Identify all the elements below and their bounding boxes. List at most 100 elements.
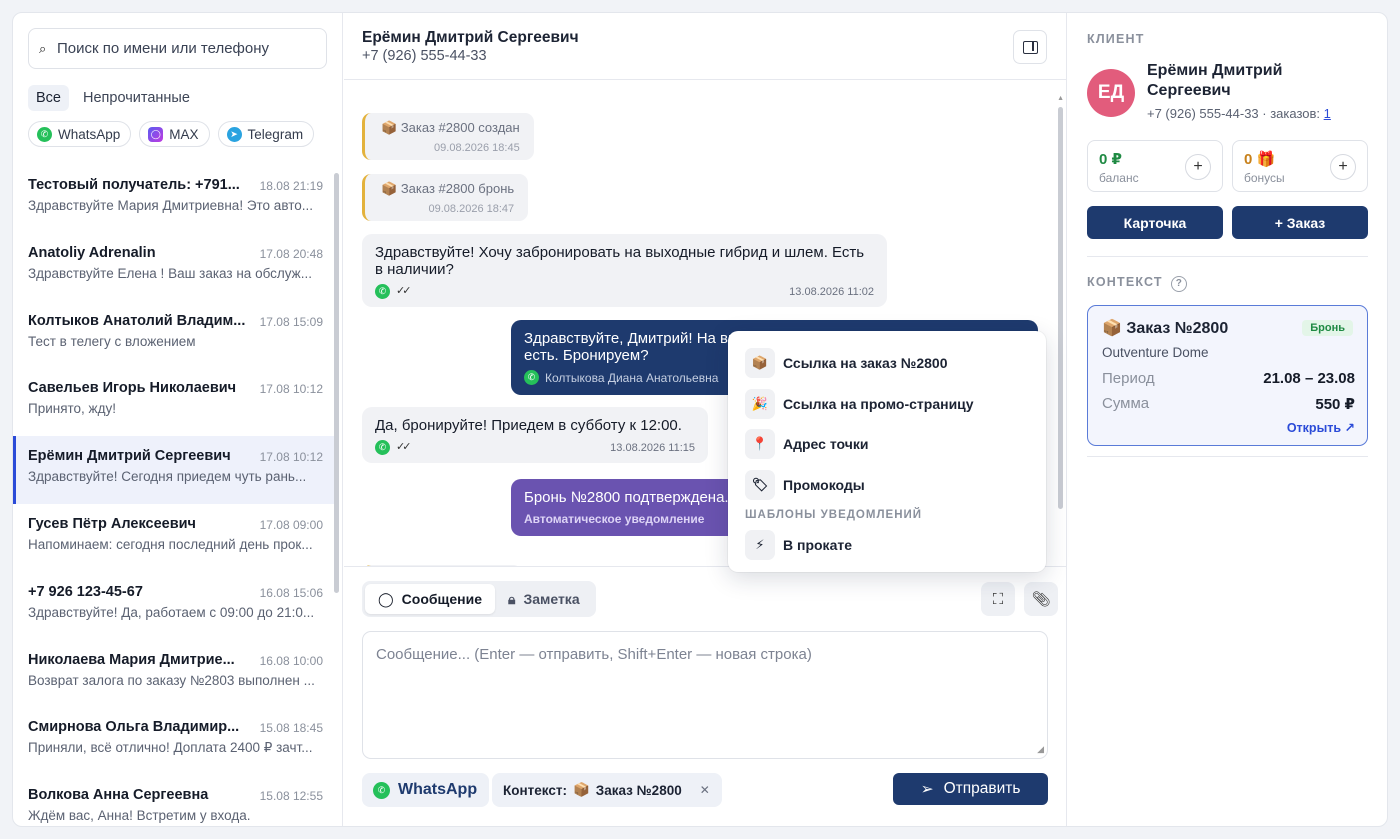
bonus-card: 0 🎁 бонусы + [1232,140,1368,192]
channel-label: WhatsApp [58,126,121,142]
close-icon[interactable]: ✕ [700,783,710,797]
open-order-link[interactable]: Открыть ↗ [1287,420,1355,435]
help-icon[interactable]: ? [1170,276,1187,292]
toggle-side-panel-button[interactable] [1013,30,1047,64]
period-value: 21.08 – 23.08 [1263,370,1355,387]
conversation-item[interactable]: +7 926 123-45-67 16.08 15:06 Здравствуйте!… [13,572,335,640]
conversation-name: Николаева Мария Дмитрие... [28,651,235,668]
channel-chip-whatsapp[interactable]: ✆ WhatsApp [28,121,132,147]
context-chip-label: Контекст: [503,782,567,798]
conversation-time: 16.08 15:06 [259,585,323,600]
menu-item-label: Адрес точки [783,436,869,453]
menu-item-order-link[interactable]: 📦 Ссылка на заказ №2800 [728,343,1046,384]
context-section-title: КОНТЕКСТ? [1087,275,1187,292]
package-icon: 📦 [381,181,398,196]
filter-tab-all[interactable]: Все [28,85,69,111]
composer-mode-tabs: ◯ Сообщение 🔒︎ Заметка [362,581,596,617]
add-balance-button[interactable]: + [1185,154,1211,180]
message-composer: ◯ Сообщение 🔒︎ Заметка ⛶ 📎︎ Сообщение...… [344,566,1067,826]
menu-item-promocodes[interactable]: 🏷 Промокоды [728,465,1046,506]
conversation-item[interactable]: Волкова Анна Сергеевна 15.08 12:55 Ждём ва… [13,775,335,826]
conversation-item[interactable]: Anatoliy Adrenalin 17.08 20:48 Здравствуйт… [13,233,335,301]
search-icon: ⌕ [39,40,47,56]
chat-contact-phone: +7 (926) 555-44-33 [362,48,487,64]
message-author: Колтыкова Диана Анатольевна [545,370,719,385]
conversation-time: 17.08 09:00 [259,517,323,532]
package-icon: 📦 [745,348,775,379]
package-icon: 📦 [381,120,398,135]
whatsapp-icon: ✆ [524,370,539,385]
conversation-item[interactable]: Колтыков Анатолий Владим... 17.08 15:09 Те… [13,301,335,369]
system-event-text: Заказ #2800 бронь [400,181,515,196]
channel-select-button[interactable]: ✆ WhatsApp [362,773,490,807]
send-icon: ➢ [920,780,934,798]
menu-item-promo-link[interactable]: 🎉 Ссылка на промо-страницу [728,384,1046,425]
tab-message[interactable]: ◯ Сообщение [365,584,495,614]
read-checks-icon: ✓✓ [396,441,412,453]
pin-icon: 📍 [745,429,775,460]
menu-item-label: Ссылка на промо-страницу [783,395,974,412]
conversation-time: 17.08 15:09 [259,314,323,329]
tag-icon: 🏷 [745,469,775,500]
conversation-time: 18.08 21:19 [259,179,323,193]
conversation-item[interactable]: Гусев Пётр Алексеевич 17.08 09:00 Напомина… [13,504,335,572]
bonus-value: 0 🎁 [1244,151,1276,168]
package-icon: 📦 [1102,320,1122,337]
add-bonus-button[interactable]: + [1330,154,1356,180]
conversation-time: 17.08 10:12 [259,450,323,465]
conversation-list-scrollbar[interactable] [334,173,339,593]
conversation-item-active[interactable]: Ерёмин Дмитрий Сергеевич 17.08 10:12 Здрав… [13,436,335,504]
conversation-name: +7 926 123-45-67 [28,583,143,600]
message-text: Да, бронируйте! Приедем в субботу к 12:0… [375,417,682,434]
conversation-preview: Напоминаем: сегодня последний день прок.… [28,536,313,552]
client-card-button[interactable]: Карточка [1087,206,1223,239]
sum-label: Сумма [1102,395,1150,412]
sum-value: 550 ₽ [1315,396,1355,413]
status-badge: Бронь [1302,320,1353,336]
context-order-title: 📦 Заказ №2800 [1102,318,1228,338]
new-order-button[interactable]: + Заказ [1232,206,1368,239]
conversation-item[interactable]: Николаева Мария Дмитрие... 16.08 10:00 Воз… [13,640,335,708]
conversation-list: Тестовый получатель: +791... 18.08 21:19 З… [13,165,335,826]
paperclip-icon: 📎︎ [1031,591,1051,608]
conversation-name: Anatoliy Adrenalin [28,244,156,261]
app-window: ⌕ Поиск по имени или телефону Все Непроч… [12,12,1388,827]
filter-tab-unread[interactable]: Непрочитанные [75,85,198,111]
conversation-time: 16.08 10:00 [259,653,323,668]
tab-note[interactable]: 🔒︎ Заметка [495,584,593,614]
party-icon: 🎉 [745,388,775,419]
sum-row: Сумма 550 ₽ [1102,395,1355,413]
orders-count-link[interactable]: 1 [1324,106,1331,121]
balance-label: баланс [1099,171,1139,185]
scroll-up-icon[interactable]: ▲ [1057,95,1064,102]
sidebar-panel-icon [1022,40,1038,54]
conversation-item[interactable]: Савельев Игорь Николаевич 17.08 10:12 Прин… [13,368,335,436]
channel-chip-telegram[interactable]: ➤ Telegram [217,121,315,147]
balance-value: 0 ₽ [1099,151,1122,168]
quick-insert-button[interactable]: ⛶ [981,582,1015,616]
menu-item-template-rental[interactable]: ⚡ В прокате [728,525,1046,566]
conversation-name: Савельев Игорь Николаевич [28,380,237,397]
filter-tabs: Все Непрочитанные [28,85,198,111]
divider [1087,456,1368,457]
context-order-card[interactable]: 📦 Заказ №2800 Бронь Outventure Dome Пери… [1087,305,1368,446]
search-input[interactable]: ⌕ Поиск по имени или телефону [28,28,327,69]
client-panel: КЛИЕНТ ЕД Ерёмин Дмитрий Сергеевич +7 (9… [1068,13,1387,826]
templates-header: ШАБЛОНЫ УВЕДОМЛЕНИЙ [745,509,923,521]
message-scrollbar[interactable] [1058,107,1063,509]
attach-button[interactable]: 📎︎ [1024,582,1058,616]
telegram-icon: ➤ [226,126,242,142]
conversation-item[interactable]: Смирнова Ольга Владимир... 15.08 18:45 При… [13,707,335,775]
whatsapp-icon: ✆ [375,440,390,455]
conversation-item[interactable]: Тестовый получатель: +791... 18.08 21:19 З… [13,165,335,233]
message-text: Здравствуйте! Хочу забронировать на выхо… [375,244,865,278]
conversation-name: Гусев Пётр Алексеевич [28,515,196,532]
conversation-time: 15.08 18:45 [259,721,323,736]
resize-handle-icon[interactable]: ◢ [1037,744,1044,755]
menu-item-address[interactable]: 📍 Адрес точки [728,424,1046,465]
period-label: Период [1102,370,1155,387]
channel-chip-max[interactable]: ◯ MAX [139,121,210,147]
send-button[interactable]: ➢ Отправить [893,773,1048,805]
conversation-time: 17.08 20:48 [259,246,323,261]
message-input[interactable]: Сообщение... (Enter — отправить, Shift+E… [362,631,1048,759]
